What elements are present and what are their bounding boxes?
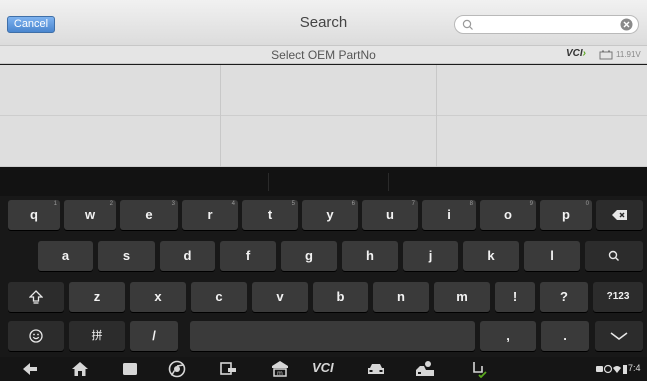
key-f[interactable]: f	[220, 241, 276, 271]
status-clock: 7:4	[628, 363, 641, 373]
select-oem-partno-label: Select OEM PartNo	[271, 48, 376, 62]
backspace-key[interactable]	[596, 200, 643, 230]
key-slash[interactable]: /	[130, 321, 178, 351]
language-key[interactable]: 拼	[69, 321, 125, 351]
space-key[interactable]	[190, 321, 475, 351]
key-question[interactable]: ?	[540, 282, 588, 312]
result-cell[interactable]	[221, 65, 436, 116]
key-x[interactable]: x	[130, 282, 186, 312]
key-s[interactable]: s	[98, 241, 155, 271]
key-l[interactable]: l	[524, 241, 580, 271]
key-d[interactable]: d	[160, 241, 215, 271]
results-column	[0, 65, 221, 167]
sub-header: Select OEM PartNo VCI› 11.91V	[0, 46, 647, 64]
technician-icon[interactable]	[415, 360, 435, 378]
key-v[interactable]: v	[252, 282, 308, 312]
result-cell[interactable]	[221, 116, 436, 167]
key-exclamation[interactable]: !	[495, 282, 535, 312]
screen-capture-icon[interactable]	[218, 360, 238, 378]
key-k[interactable]: k	[463, 241, 519, 271]
key-e[interactable]: e3	[120, 200, 178, 230]
key-comma[interactable]: ,	[480, 321, 536, 351]
battery-icon	[599, 50, 613, 60]
key-t[interactable]: t5	[242, 200, 298, 230]
key-p[interactable]: p0	[540, 200, 592, 230]
key-m[interactable]: m	[434, 282, 490, 312]
key-j[interactable]: j	[403, 241, 458, 271]
emoji-key[interactable]	[8, 321, 64, 351]
key-r[interactable]: r4	[182, 200, 238, 230]
backspace-icon	[611, 210, 627, 220]
result-cell[interactable]	[0, 65, 220, 116]
key-h[interactable]: h	[342, 241, 398, 271]
key-u[interactable]: u7	[362, 200, 418, 230]
status-icons	[596, 364, 627, 374]
top-bar: Cancel Search	[0, 0, 647, 46]
results-column	[437, 65, 647, 167]
key-z[interactable]: z	[69, 282, 125, 312]
key-i[interactable]: i8	[422, 200, 476, 230]
shop-icon[interactable]: m	[270, 360, 290, 378]
search-input[interactable]	[477, 17, 617, 32]
browser-icon[interactable]	[167, 360, 187, 378]
search-icon	[608, 250, 619, 261]
result-cell[interactable]	[437, 116, 647, 167]
results-column	[221, 65, 437, 167]
shift-key[interactable]	[8, 282, 64, 312]
vci-logo: VCI›	[566, 48, 587, 59]
voltage-readout: 11.91V	[616, 50, 641, 59]
key-y[interactable]: y6	[302, 200, 358, 230]
chevron-down-icon	[610, 332, 628, 340]
key-a[interactable]: a	[38, 241, 93, 271]
suggestion-strip	[0, 167, 647, 196]
hide-keyboard-key[interactable]	[595, 321, 643, 351]
results-grid	[0, 65, 647, 167]
key-b[interactable]: b	[313, 282, 368, 312]
connection-status-icon[interactable]	[468, 360, 488, 378]
key-w[interactable]: w2	[64, 200, 116, 230]
key-g[interactable]: g	[281, 241, 337, 271]
recent-apps-icon[interactable]	[120, 360, 140, 378]
back-icon[interactable]	[20, 360, 40, 378]
shift-icon	[29, 290, 43, 304]
result-cell[interactable]	[437, 65, 647, 116]
key-period[interactable]: .	[541, 321, 589, 351]
car-icon[interactable]	[366, 360, 386, 378]
system-nav-bar: m VCI 7:4	[0, 357, 647, 381]
svg-text:m: m	[277, 370, 283, 377]
result-cell[interactable]	[0, 116, 220, 167]
key-q[interactable]: q1	[8, 200, 60, 230]
key-o[interactable]: o9	[480, 200, 536, 230]
key-n[interactable]: n	[373, 282, 429, 312]
search-key[interactable]	[585, 241, 643, 271]
on-screen-keyboard: q1 w2 e3 r4 t5 y6 u7 i8 o9 p0 a s d f g …	[0, 167, 647, 357]
search-field[interactable]	[454, 15, 639, 34]
emoji-icon	[29, 329, 43, 343]
vci-logo-text: VCI	[566, 48, 583, 59]
clear-search-icon[interactable]	[620, 18, 633, 31]
symbols-key[interactable]: ?123	[593, 282, 643, 312]
search-icon	[462, 19, 473, 30]
vci-nav-label[interactable]: VCI	[312, 360, 334, 375]
home-icon[interactable]	[70, 360, 90, 378]
key-c[interactable]: c	[191, 282, 247, 312]
